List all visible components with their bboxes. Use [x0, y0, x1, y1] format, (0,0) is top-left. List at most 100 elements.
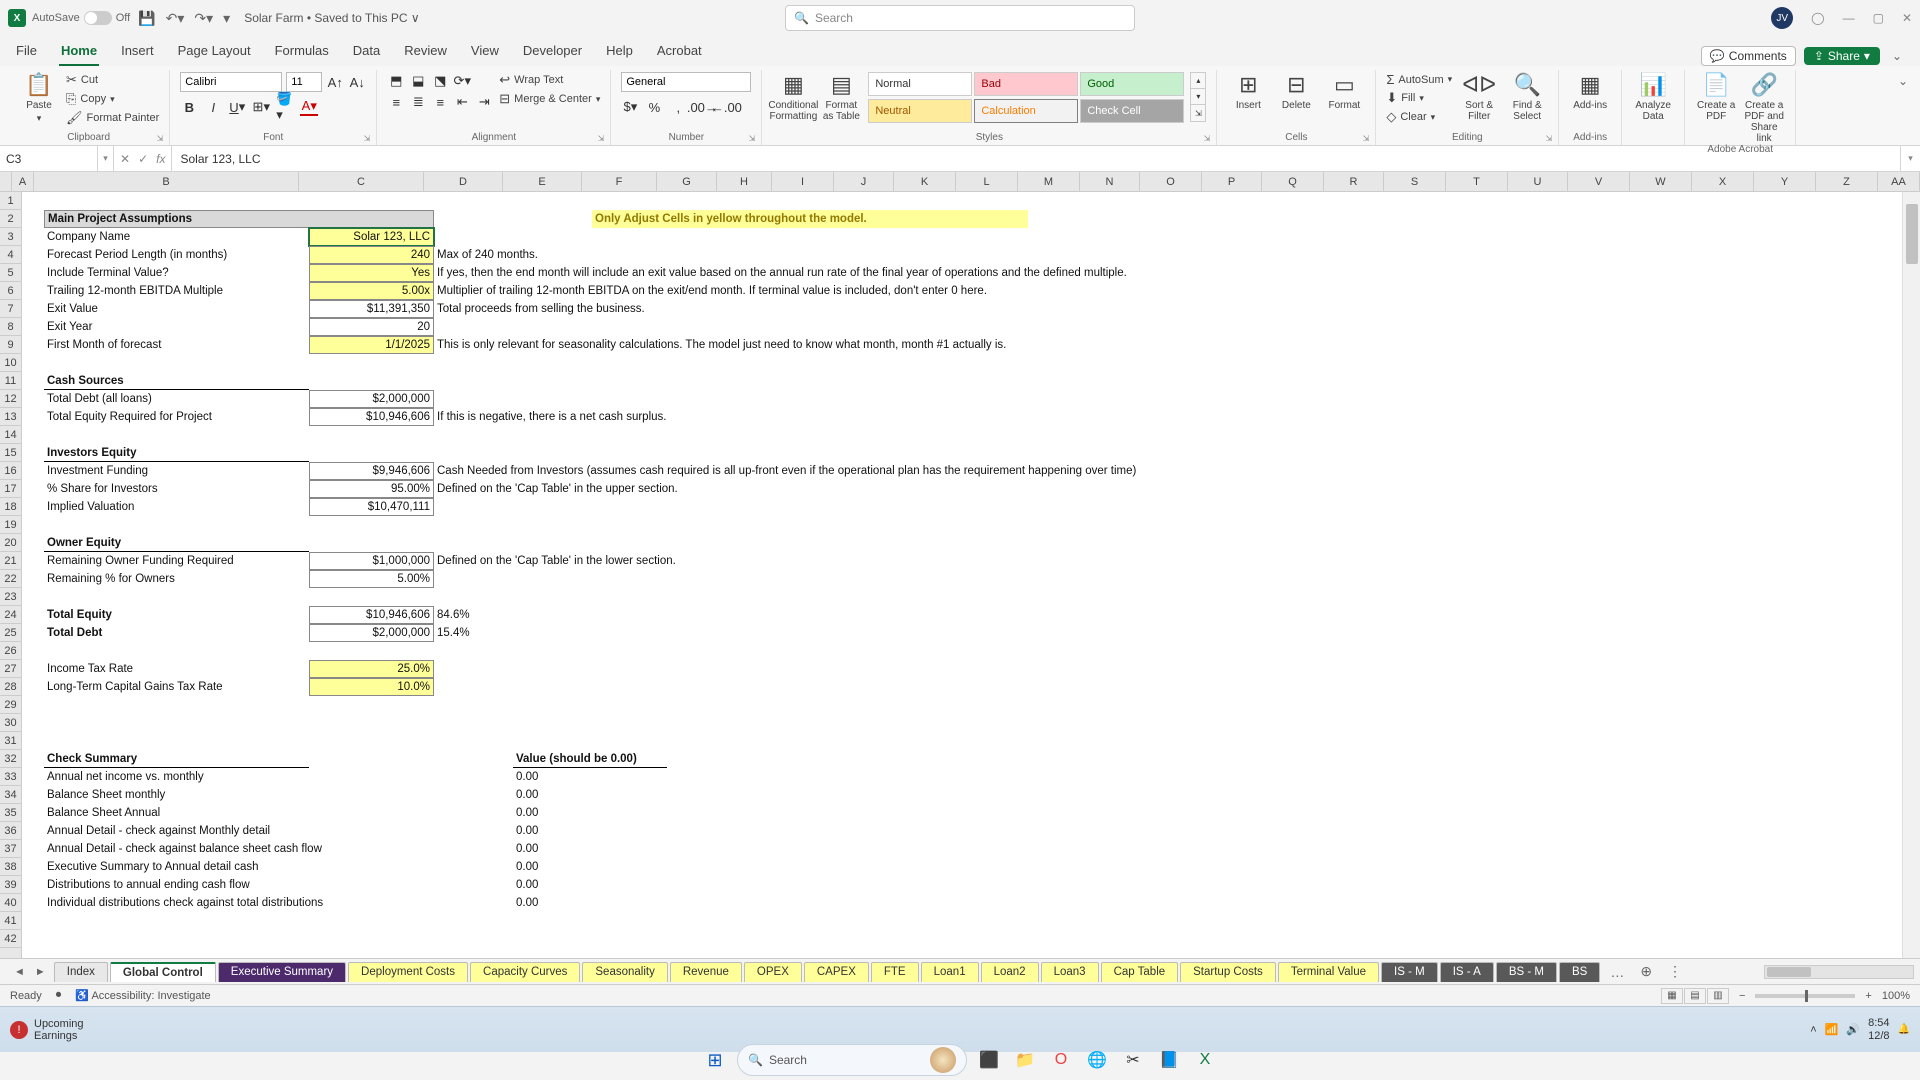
- page-layout-view-icon[interactable]: ▤: [1684, 988, 1706, 1004]
- expand-formula-bar-icon[interactable]: ▾: [1900, 146, 1920, 171]
- row-header[interactable]: 24: [0, 606, 21, 624]
- input-first-month[interactable]: 1/1/2025: [309, 336, 434, 354]
- cell-style-normal[interactable]: Normal: [868, 72, 972, 96]
- row-header[interactable]: 17: [0, 480, 21, 498]
- row-header[interactable]: 2: [0, 210, 21, 228]
- horizontal-scrollbar[interactable]: [1764, 965, 1914, 979]
- cell-style-check-cell[interactable]: Check Cell: [1080, 99, 1184, 123]
- row-header[interactable]: 5: [0, 264, 21, 282]
- ribbon-tab-help[interactable]: Help: [604, 39, 635, 66]
- share-button[interactable]: ⇪ Share ▾: [1804, 47, 1880, 65]
- row-header[interactable]: 36: [0, 822, 21, 840]
- notifications-icon[interactable]: 🔔: [1898, 1024, 1910, 1035]
- ribbon-tab-formulas[interactable]: Formulas: [273, 39, 331, 66]
- taskbar-app-opera[interactable]: O: [1047, 1046, 1075, 1074]
- start-button[interactable]: ⊞: [701, 1046, 729, 1074]
- fill-color-icon[interactable]: 🪣▾: [276, 98, 294, 116]
- sheet-tab-startup-costs[interactable]: Startup Costs: [1180, 962, 1276, 982]
- undo-icon[interactable]: ↶▾: [166, 10, 185, 27]
- column-header[interactable]: V: [1568, 172, 1630, 191]
- row-header[interactable]: 30: [0, 714, 21, 732]
- ribbon-tab-data[interactable]: Data: [351, 39, 382, 66]
- font-color-icon[interactable]: A▾: [300, 98, 318, 116]
- input-company-name[interactable]: Solar 123, LLC: [309, 228, 434, 246]
- row-header[interactable]: 37: [0, 840, 21, 858]
- document-title[interactable]: Solar Farm • Saved to This PC ∨: [244, 11, 420, 25]
- create-pdf-button[interactable]: 📄Create a PDF: [1695, 72, 1737, 122]
- normal-view-icon[interactable]: ▦: [1661, 988, 1683, 1004]
- row-header[interactable]: 20: [0, 534, 21, 552]
- tray-wifi-icon[interactable]: 📶: [1825, 1023, 1839, 1036]
- row-header[interactable]: 28: [0, 678, 21, 696]
- bold-icon[interactable]: B: [180, 98, 198, 116]
- ribbon-tab-insert[interactable]: Insert: [119, 39, 156, 66]
- more-icon[interactable]: ⇲: [1191, 105, 1205, 121]
- cancel-formula-icon[interactable]: ✕: [120, 152, 130, 166]
- row-header[interactable]: 7: [0, 300, 21, 318]
- row-header[interactable]: 42: [0, 930, 21, 948]
- column-header[interactable]: M: [1018, 172, 1080, 191]
- column-header[interactable]: X: [1692, 172, 1754, 191]
- row-header[interactable]: 10: [0, 354, 21, 372]
- row-header[interactable]: 35: [0, 804, 21, 822]
- sheet-tab-bs-m[interactable]: BS - M: [1496, 962, 1557, 982]
- enter-formula-icon[interactable]: ✓: [138, 152, 148, 166]
- row-header[interactable]: 39: [0, 876, 21, 894]
- wrap-text-button[interactable]: ↩Wrap Text: [499, 72, 600, 88]
- row-header[interactable]: 14: [0, 426, 21, 444]
- column-header[interactable]: F: [582, 172, 657, 191]
- font-name-select[interactable]: [180, 72, 282, 92]
- taskbar-app-chrome[interactable]: 🌐: [1083, 1046, 1111, 1074]
- ribbon-tab-file[interactable]: File: [14, 39, 39, 66]
- paste-button[interactable]: 📋 Paste ▾: [18, 72, 60, 124]
- name-box-dropdown-icon[interactable]: ▾: [98, 146, 114, 171]
- row-header[interactable]: 27: [0, 660, 21, 678]
- clock[interactable]: 8:54 12/8: [1868, 1017, 1889, 1041]
- create-pdf-share-button[interactable]: 🔗Create a PDF and Share link: [1743, 72, 1785, 144]
- save-icon[interactable]: 💾: [138, 10, 155, 27]
- ribbon-tab-view[interactable]: View: [469, 39, 501, 66]
- ribbon-tab-page-layout[interactable]: Page Layout: [176, 39, 253, 66]
- row-header[interactable]: 29: [0, 696, 21, 714]
- taskbar-app-explorer[interactable]: 📁: [1011, 1046, 1039, 1074]
- conditional-formatting-button[interactable]: ▦Conditional Formatting: [772, 72, 814, 122]
- clear-button[interactable]: ◇Clear▾: [1386, 109, 1452, 125]
- align-center-icon[interactable]: ≣: [409, 93, 427, 111]
- format-painter-button[interactable]: 🖌Format Painter: [66, 110, 159, 126]
- row-header[interactable]: 3: [0, 228, 21, 246]
- sheet-tab-cap-table[interactable]: Cap Table: [1101, 962, 1179, 982]
- row-header[interactable]: 31: [0, 732, 21, 750]
- orientation-icon[interactable]: ⟳▾: [453, 72, 471, 90]
- cell-grid[interactable]: Main Project AssumptionsOnly Adjust Cell…: [22, 192, 1920, 958]
- collapse-ribbon-icon[interactable]: ⌄: [1888, 49, 1906, 63]
- formula-bar[interactable]: Solar 123, LLC: [172, 146, 1900, 171]
- percent-icon[interactable]: %: [645, 98, 663, 116]
- sheet-tab-fte[interactable]: FTE: [871, 962, 919, 982]
- minimize-icon[interactable]: —: [1843, 11, 1855, 25]
- format-cells-button[interactable]: ▭Format: [1323, 72, 1365, 111]
- sheet-menu-icon[interactable]: ⋮: [1660, 963, 1690, 980]
- cell-style-neutral[interactable]: Neutral: [868, 99, 972, 123]
- input-ebitda-multiple[interactable]: 5.00x: [309, 282, 434, 300]
- sheet-tab-is-m[interactable]: IS - M: [1381, 962, 1438, 982]
- sheet-tab-loan1[interactable]: Loan1: [921, 962, 979, 982]
- taskbar-app-notes[interactable]: 📘: [1155, 1046, 1183, 1074]
- row-header[interactable]: 16: [0, 462, 21, 480]
- user-avatar[interactable]: JV: [1771, 7, 1793, 29]
- align-left-icon[interactable]: ≡: [387, 93, 405, 111]
- column-header[interactable]: J: [834, 172, 894, 191]
- column-header[interactable]: Z: [1816, 172, 1878, 191]
- autosum-button[interactable]: ΣAutoSum▾: [1386, 72, 1452, 87]
- close-icon[interactable]: ✕: [1902, 11, 1912, 25]
- taskbar-search[interactable]: 🔍 Search: [737, 1044, 967, 1076]
- row-header[interactable]: 13: [0, 408, 21, 426]
- tray-volume-icon[interactable]: 🔊: [1846, 1023, 1860, 1036]
- value-total-equity[interactable]: $10,946,606: [309, 606, 434, 624]
- cut-button[interactable]: ✂Cut: [66, 72, 159, 88]
- input-forecast-length[interactable]: 240: [309, 246, 434, 264]
- row-header[interactable]: 21: [0, 552, 21, 570]
- column-header[interactable]: K: [894, 172, 956, 191]
- row-header[interactable]: 22: [0, 570, 21, 588]
- row-header[interactable]: 38: [0, 858, 21, 876]
- sheet-tab-loan3[interactable]: Loan3: [1041, 962, 1099, 982]
